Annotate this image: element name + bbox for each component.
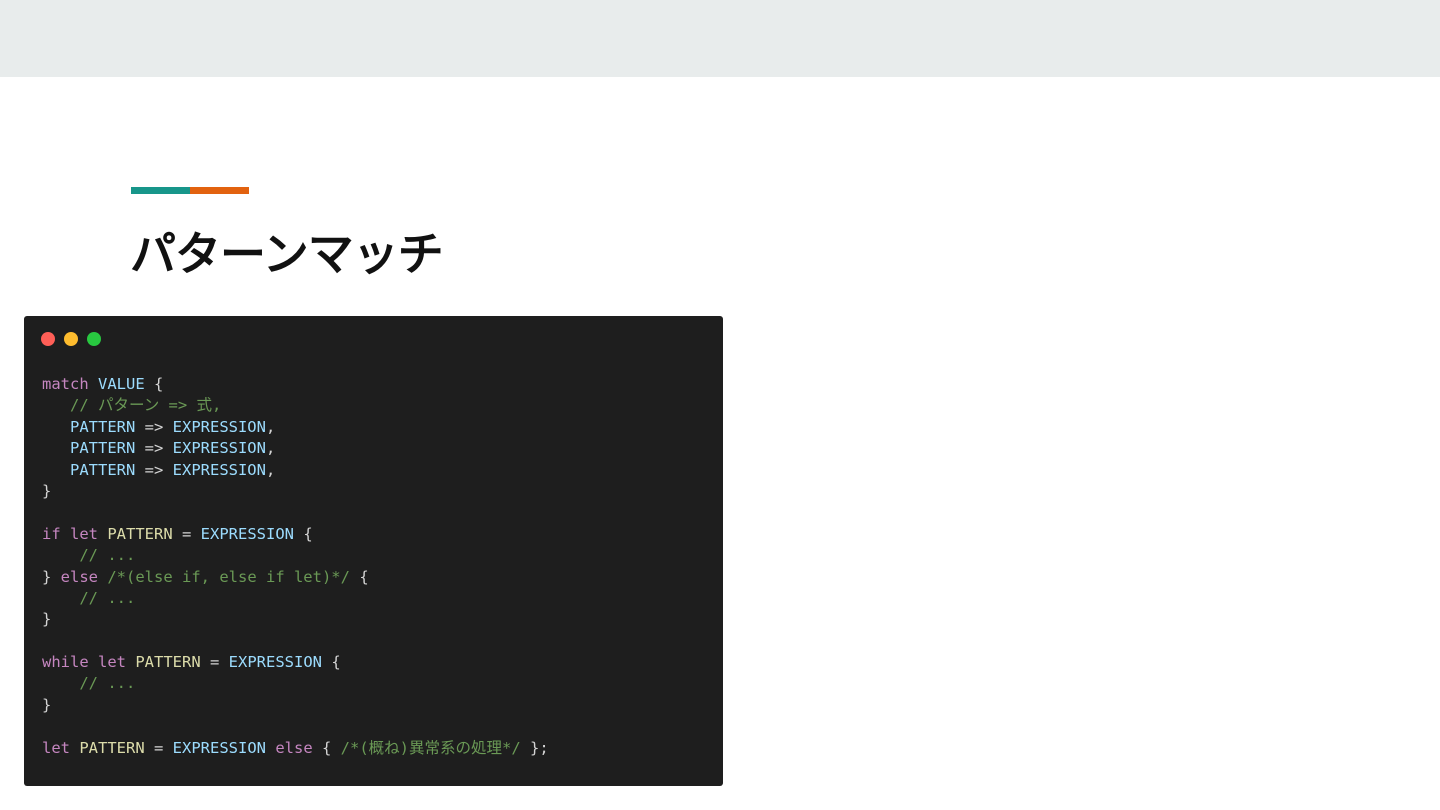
code-window: match VALUE { // パターン => 式, PATTERN => E…	[24, 316, 723, 786]
code-line: PATTERN => EXPRESSION,	[42, 417, 549, 438]
code-token: }	[42, 567, 61, 586]
code-token: {	[349, 567, 369, 586]
code-token: =	[172, 524, 201, 543]
code-token: EXPRESSION	[200, 524, 294, 543]
slide-title: パターンマッチ	[130, 227, 444, 281]
code-token: ,	[265, 460, 276, 479]
window-controls	[41, 332, 101, 346]
title-accent-bar	[131, 187, 249, 194]
code-token: }	[42, 695, 52, 714]
minimize-dot-icon	[64, 332, 78, 346]
code-line: if let PATTERN = EXPRESSION {	[42, 524, 549, 545]
code-token: // ...	[79, 674, 136, 693]
code-line: // ...	[42, 588, 549, 609]
top-band	[0, 0, 1440, 77]
code-line: // パターン => 式,	[42, 395, 549, 416]
code-token: {	[144, 375, 164, 393]
code-line: PATTERN => EXPRESSION,	[42, 460, 549, 481]
code-token: /*(else if, else if let)*/	[107, 567, 350, 586]
code-line: PATTERN => EXPRESSION,	[42, 438, 549, 459]
code-token: EXPRESSION	[172, 417, 266, 436]
code-line: match VALUE {	[42, 374, 549, 395]
code-token: match	[42, 375, 89, 393]
code-block: match VALUE { // パターン => 式, PATTERN => E…	[42, 374, 549, 759]
accent-orange-segment	[190, 187, 249, 194]
code-token: EXPRESSION	[172, 460, 266, 479]
code-token: =>	[135, 460, 173, 479]
code-token: PATTERN	[70, 460, 136, 479]
code-token: else	[275, 738, 313, 757]
code-line: let PATTERN = EXPRESSION else { /*(概ね)異常…	[42, 738, 549, 759]
code-line: // ...	[42, 673, 549, 694]
code-token: }	[42, 610, 52, 629]
code-line: }	[42, 481, 549, 502]
code-token: {	[322, 653, 341, 672]
code-token: ,	[265, 417, 276, 436]
code-token: =>	[135, 439, 173, 458]
code-line: // ...	[42, 545, 549, 566]
code-token: EXPRESSION	[228, 653, 322, 672]
code-token: {	[294, 524, 313, 543]
code-line: }	[42, 695, 549, 716]
code-token: PATTERN	[135, 653, 201, 672]
accent-teal-segment	[131, 187, 190, 194]
code-token: PATTERN	[79, 738, 145, 757]
code-token: PATTERN	[107, 524, 173, 543]
maximize-dot-icon	[87, 332, 101, 346]
close-dot-icon	[41, 332, 55, 346]
code-token: else	[60, 567, 98, 586]
code-token: };	[520, 738, 549, 757]
code-token: =>	[135, 417, 173, 436]
code-token: // ...	[79, 546, 136, 565]
code-token: PATTERN	[70, 439, 136, 458]
code-token: {	[312, 738, 341, 757]
code-token: =	[144, 738, 173, 757]
code-token: // ...	[79, 588, 136, 607]
code-line: }	[42, 609, 549, 630]
code-token: }	[42, 481, 52, 500]
code-token: EXPRESSION	[172, 439, 266, 458]
code-token: EXPRESSION	[172, 738, 266, 757]
code-token: // パターン => 式,	[70, 396, 222, 415]
code-token: if let	[42, 524, 98, 543]
code-token: let	[42, 738, 70, 757]
code-token: =	[200, 653, 229, 672]
code-line: while let PATTERN = EXPRESSION {	[42, 652, 549, 673]
code-token: VALUE	[98, 375, 145, 393]
code-token: /*(概ね)異常系の処理*/	[340, 738, 521, 757]
code-line: } else /*(else if, else if let)*/ {	[42, 567, 549, 588]
code-token: while let	[42, 653, 126, 672]
code-token: PATTERN	[70, 417, 136, 436]
code-token: ,	[265, 439, 276, 458]
